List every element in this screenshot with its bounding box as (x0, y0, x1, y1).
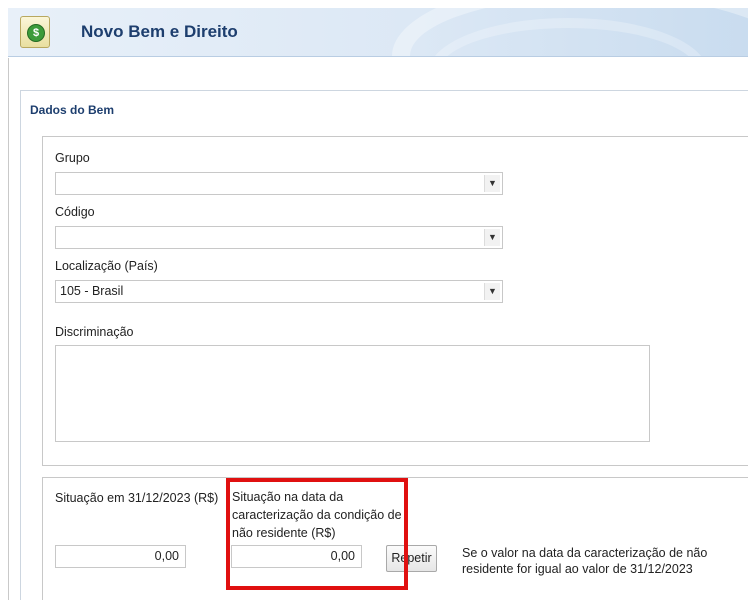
page-title: Novo Bem e Direito (81, 22, 238, 41)
codigo-select[interactable]: ▼ (55, 226, 503, 249)
discriminacao-label: Discriminação (55, 325, 134, 339)
left-border (8, 58, 9, 600)
localizacao-value: 105 - Brasil (60, 284, 124, 298)
grupo-select[interactable]: ▼ (55, 172, 503, 195)
repeat-button[interactable]: Repetir (386, 545, 437, 572)
panel-top-border (20, 90, 748, 91)
situacao-nao-residente-label: Situação na data da caracterização da co… (232, 490, 402, 540)
repeat-note: Se o valor na data da caracterização de … (462, 546, 708, 576)
situacao-anterior-label: Situação em 31/12/2023 (R$) (55, 491, 219, 505)
situacao-nao-residente-input[interactable]: 0,00 (231, 545, 362, 568)
window-header: $ Novo Bem e Direito (8, 8, 748, 57)
panel-left-border (20, 90, 21, 600)
chevron-down-icon[interactable]: ▼ (484, 175, 500, 192)
section-title: Dados do Bem (30, 103, 115, 117)
localizacao-label: Localização (País) (55, 259, 158, 273)
chevron-down-icon[interactable]: ▼ (484, 229, 500, 246)
discriminacao-textarea[interactable] (55, 345, 650, 442)
money-icon: $ (20, 16, 50, 48)
chevron-down-icon[interactable]: ▼ (484, 283, 500, 300)
grupo-label: Grupo (55, 151, 90, 165)
localizacao-select[interactable]: 105 - Brasil ▼ (55, 280, 503, 303)
codigo-label: Código (55, 205, 95, 219)
situacao-anterior-input[interactable]: 0,00 (55, 545, 186, 568)
